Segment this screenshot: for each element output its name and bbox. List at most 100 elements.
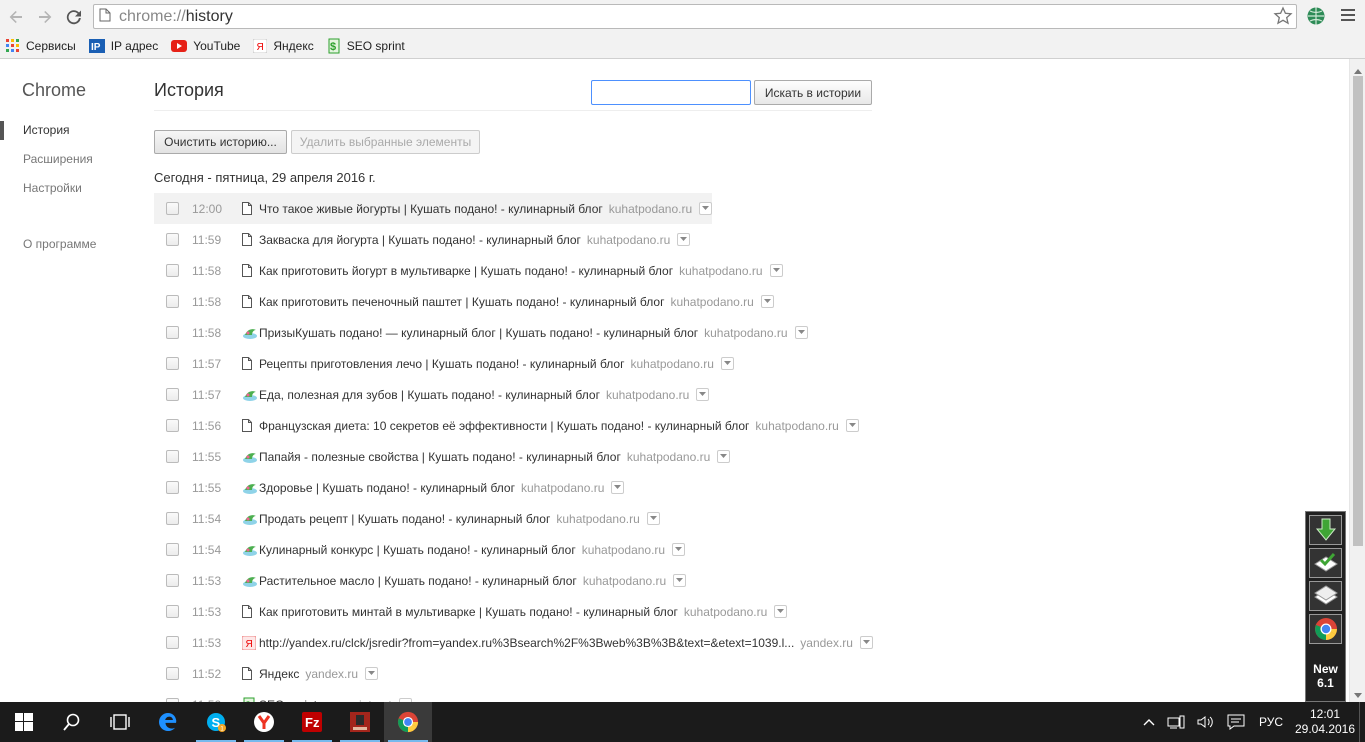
entry-menu-chevron-down-icon[interactable] (365, 667, 379, 680)
entry-checkbox[interactable] (166, 605, 179, 618)
entry-title-link[interactable]: Как приготовить печеночный паштет | Куша… (259, 295, 664, 309)
history-entry[interactable]: 11:53 Растительное масло | Кушать подано!… (154, 565, 687, 596)
scroll-up-arrow-icon[interactable] (1354, 62, 1362, 77)
entry-title-link[interactable]: Кулинарный конкурс | Кушать подано! - ку… (259, 543, 576, 557)
entry-title-link[interactable]: Как приготовить йогурт в мультиварке | К… (259, 264, 673, 278)
page-scrollbar[interactable] (1349, 59, 1365, 702)
network-icon[interactable] (1167, 715, 1185, 729)
taskbar-rust[interactable] (336, 702, 384, 742)
entry-checkbox[interactable] (166, 357, 179, 370)
history-entry[interactable]: 11:57 Еда, полезная для зубов | Кушать по… (154, 379, 710, 410)
history-entry[interactable]: 11:54 Продать рецепт | Кушать подано! - к… (154, 503, 660, 534)
history-entry[interactable]: 11:58 Как приготовить йогурт в мультиварк… (154, 255, 783, 286)
reload-button[interactable] (61, 4, 87, 30)
volume-icon[interactable] (1197, 715, 1215, 729)
entry-title-link[interactable]: Закваска для йогурта | Кушать подано! - … (259, 233, 581, 247)
entry-menu-chevron-down-icon[interactable] (769, 264, 783, 277)
entry-menu-chevron-down-icon[interactable] (717, 450, 731, 463)
gadget-version-badge[interactable]: New 6.1 (1309, 655, 1342, 699)
check-layer-icon[interactable] (1309, 548, 1342, 578)
clear-history-button[interactable]: Очистить историю... (154, 130, 287, 154)
scrollbar-thumb[interactable] (1353, 76, 1363, 546)
history-entry[interactable]: 11:55 Здоровье | Кушать подано! - кулинар… (154, 472, 625, 503)
entry-checkbox[interactable] (166, 295, 179, 308)
taskbar-edge[interactable] (144, 702, 192, 742)
chevron-up-icon[interactable] (1143, 718, 1155, 726)
forward-button[interactable] (32, 4, 58, 30)
entry-menu-chevron-down-icon[interactable] (611, 481, 625, 494)
history-entry[interactable]: 11:56 Французская диета: 10 секретов её э… (154, 410, 859, 441)
entry-title-link[interactable]: Продать рецепт | Кушать подано! - кулина… (259, 512, 550, 526)
url-text[interactable]: chrome://history (119, 8, 233, 26)
history-entry[interactable]: 11:59 Закваска для йогурта | Кушать подан… (154, 224, 691, 255)
entry-title-link[interactable]: http://yandex.ru/clck/jsredir?from=yande… (259, 636, 794, 650)
bookmark-youtube[interactable]: YouTube (171, 39, 240, 53)
sidebar-item-about[interactable]: О программе (23, 237, 96, 251)
bookmark-seo-sprint[interactable]: $ SEO sprint (327, 38, 405, 54)
history-search-input[interactable] (591, 80, 751, 105)
history-entry[interactable]: 11:54 Кулинарный конкурс | Кушать подано!… (154, 534, 686, 565)
task-view-button[interactable] (96, 702, 144, 742)
clock[interactable]: 12:01 29.04.2016 (1291, 707, 1359, 737)
bookmark-yandex[interactable]: Я Яндекс (253, 38, 314, 53)
taskbar-skype[interactable]: S1 (192, 702, 240, 742)
history-entry[interactable]: 12:00 Что такое живые йогурты | Кушать по… (154, 193, 713, 224)
entry-checkbox[interactable] (166, 574, 179, 587)
bookmark-services[interactable]: Сервисы (6, 38, 76, 53)
entry-checkbox[interactable] (166, 481, 179, 494)
entry-checkbox[interactable] (166, 512, 179, 525)
history-entry[interactable]: 11:55 Папайя - полезные свойства | Кушать… (154, 441, 731, 472)
entry-menu-chevron-down-icon[interactable] (673, 574, 687, 587)
address-bar[interactable]: chrome://history (93, 4, 1297, 29)
entry-checkbox[interactable] (166, 543, 179, 556)
entry-menu-chevron-down-icon[interactable] (760, 295, 774, 308)
entry-menu-chevron-down-icon[interactable] (845, 419, 859, 432)
taskbar-filezilla[interactable]: Fz (288, 702, 336, 742)
history-entry[interactable]: 11:53 Яhttp://yandex.ru/clck/jsredir?from… (154, 627, 873, 658)
taskbar-search-button[interactable] (48, 702, 96, 742)
entry-title-link[interactable]: Растительное масло | Кушать подано! - ку… (259, 574, 577, 588)
entry-checkbox[interactable] (166, 450, 179, 463)
history-entry[interactable]: 11:53 Как приготовить минтай в мультиварк… (154, 596, 788, 627)
entry-menu-chevron-down-icon[interactable] (720, 357, 734, 370)
entry-checkbox[interactable] (166, 388, 179, 401)
notifications-icon[interactable] (1227, 714, 1245, 730)
entry-checkbox[interactable] (166, 636, 179, 649)
chrome-gadget-icon[interactable] (1309, 614, 1342, 644)
entry-checkbox[interactable] (166, 326, 179, 339)
download-arrow-icon[interactable] (1309, 515, 1342, 545)
bookmark-ip-address[interactable]: IP IP адрес (88, 38, 158, 53)
entry-menu-chevron-down-icon[interactable] (859, 636, 873, 649)
history-entry[interactable]: 11:58 Как приготовить печеночный паштет |… (154, 286, 774, 317)
sidebar-item-extensions[interactable]: Расширения (0, 150, 93, 179)
back-button[interactable] (3, 4, 29, 30)
entry-title-link[interactable]: Что такое живые йогурты | Кушать подано!… (259, 202, 603, 216)
bookmark-star-icon[interactable] (1273, 6, 1293, 29)
entry-menu-chevron-down-icon[interactable] (699, 202, 713, 215)
entry-checkbox[interactable] (166, 419, 179, 432)
entry-title-link[interactable]: Рецепты приготовления лечо | Кушать пода… (259, 357, 624, 371)
entry-title-link[interactable]: Папайя - полезные свойства | Кушать пода… (259, 450, 621, 464)
entry-menu-chevron-down-icon[interactable] (794, 326, 808, 339)
sidebar-item-history[interactable]: История (0, 121, 93, 150)
entry-menu-chevron-down-icon[interactable] (677, 233, 691, 246)
taskbar-yandex-browser[interactable] (240, 702, 288, 742)
entry-checkbox[interactable] (166, 233, 179, 246)
entry-title-link[interactable]: Еда, полезная для зубов | Кушать подано!… (259, 388, 600, 402)
entry-title-link[interactable]: Здоровье | Кушать подано! - кулинарный б… (259, 481, 515, 495)
entry-title-link[interactable]: Как приготовить минтай в мультиварке | К… (259, 605, 678, 619)
sidebar-item-settings[interactable]: Настройки (0, 179, 93, 208)
taskbar-chrome[interactable] (384, 702, 432, 742)
chrome-menu-icon[interactable] (1339, 6, 1357, 27)
history-entry[interactable]: 11:58 ПризыКушать подано! — кулинарный бл… (154, 317, 808, 348)
entry-menu-chevron-down-icon[interactable] (672, 543, 686, 556)
history-entry[interactable]: 11:57 Рецепты приготовления лечо | Кушать… (154, 348, 734, 379)
entry-checkbox[interactable] (166, 202, 179, 215)
history-entry[interactable]: 11:52 Яндекс yandex.ru (154, 658, 379, 689)
start-button[interactable] (0, 702, 48, 742)
entry-menu-chevron-down-icon[interactable] (696, 388, 710, 401)
entry-checkbox[interactable] (166, 264, 179, 277)
search-history-button[interactable]: Искать в истории (754, 80, 872, 105)
entry-title-link[interactable]: Французская диета: 10 секретов её эффект… (259, 419, 749, 433)
show-desktop-button[interactable] (1359, 702, 1365, 742)
